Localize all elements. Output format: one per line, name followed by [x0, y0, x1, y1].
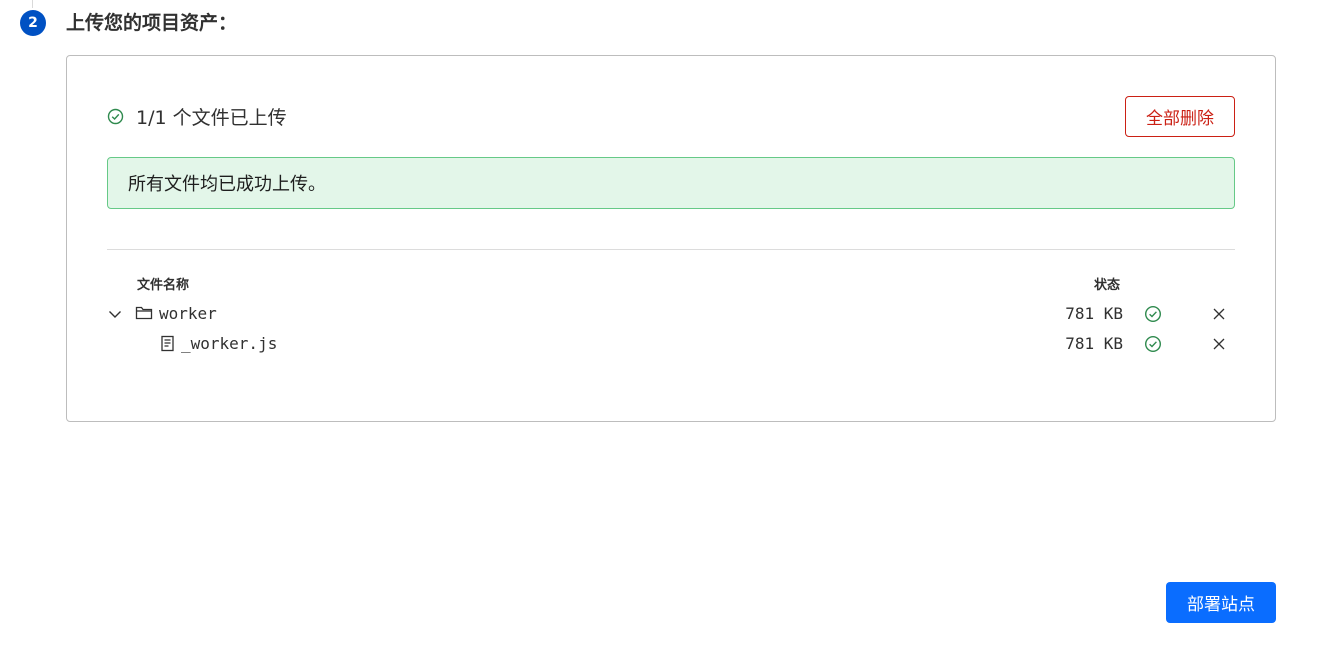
- divider: [107, 249, 1235, 250]
- remove-icon[interactable]: [1211, 306, 1227, 322]
- file-name: worker: [159, 304, 217, 323]
- check-circle-icon: [1144, 305, 1162, 323]
- file-icon: [161, 335, 174, 352]
- check-circle-icon: [1144, 335, 1162, 353]
- file-row-folder: worker 781 KB: [107, 302, 1235, 326]
- step-connector: [32, 0, 33, 8]
- file-row-file: _worker.js 781 KB: [107, 332, 1235, 356]
- upload-summary-text: 1/1 个文件已上传: [136, 106, 287, 129]
- column-header-status: 状态: [1094, 278, 1121, 293]
- column-header-filename: 文件名称: [137, 278, 190, 293]
- upload-summary: 1/1 个文件已上传: [107, 104, 287, 129]
- check-circle-icon: [107, 108, 124, 124]
- file-size: 781 KB: [1065, 334, 1123, 353]
- folder-icon: [135, 306, 153, 320]
- success-alert: 所有文件均已成功上传。: [107, 157, 1235, 209]
- chevron-down-icon[interactable]: [107, 306, 123, 322]
- step-title: 上传您的项目资产：: [66, 12, 238, 34]
- step-number-badge: 2: [20, 10, 46, 36]
- upload-panel: 1/1 个文件已上传 全部删除 所有文件均已成功上传。 文件名称 状态 work…: [66, 55, 1276, 422]
- file-size: 781 KB: [1065, 304, 1123, 323]
- success-alert-text: 所有文件均已成功上传。: [128, 174, 326, 195]
- deploy-site-button[interactable]: 部署站点: [1166, 582, 1276, 623]
- remove-icon[interactable]: [1211, 336, 1227, 352]
- delete-all-button[interactable]: 全部删除: [1125, 96, 1235, 137]
- file-name: _worker.js: [181, 334, 278, 353]
